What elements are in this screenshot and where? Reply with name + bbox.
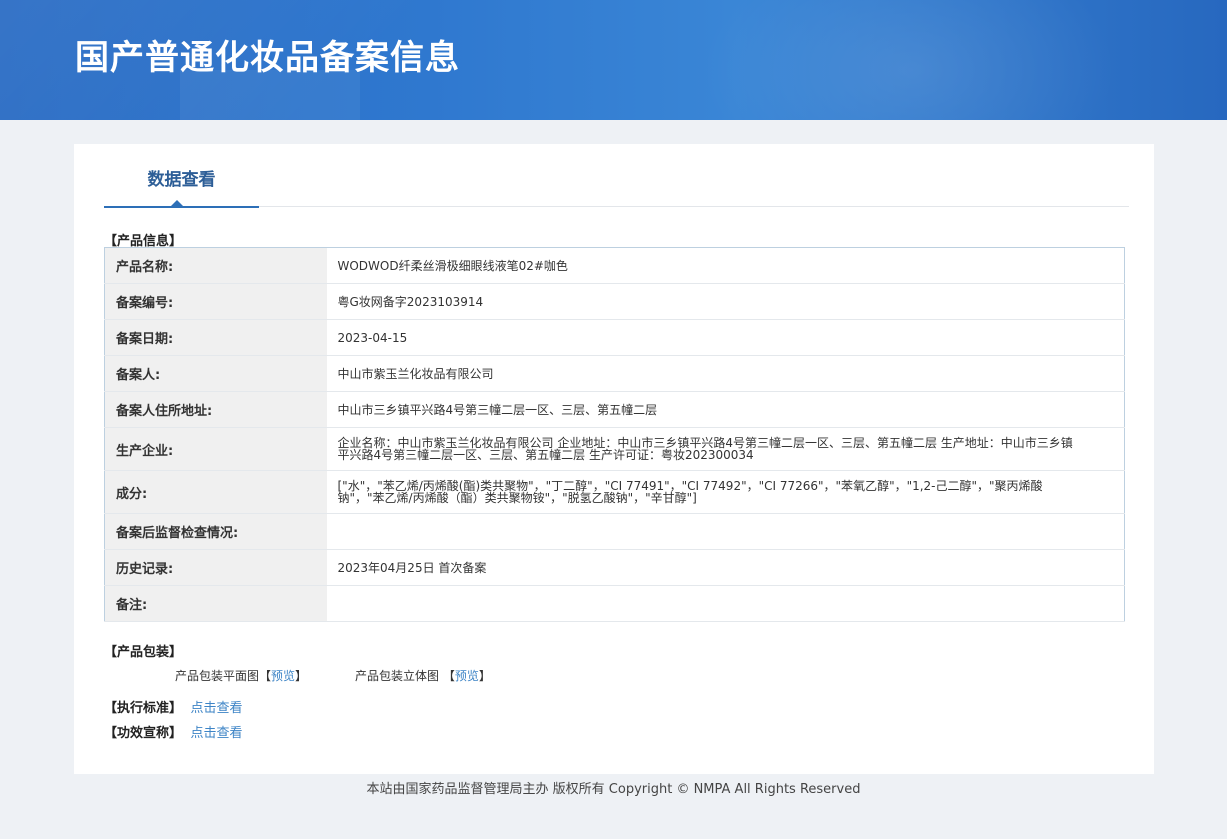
tab-active-caret-icon — [171, 200, 183, 206]
row-label: 备案编号: — [104, 283, 327, 320]
standard-row: 【执行标准】 点击查看 — [104, 697, 243, 716]
row-label: 备案后监督检查情况: — [104, 513, 327, 550]
row-label: 备注: — [104, 585, 327, 622]
package-flat-preview-link[interactable]: 预览 — [271, 669, 295, 683]
header-banner: 国产普通化妆品备案信息 — [0, 0, 1227, 120]
banner-decoration — [700, 0, 1120, 120]
table-row: 产品名称: WODWOD纤柔丝滑极细眼线液笔02#咖色 — [104, 247, 1125, 284]
table-row: 备案人住所地址: 中山市三乡镇平兴路4号第三幢二层一区、三层、第五幢二层 — [104, 391, 1125, 428]
tab-bar: 数据查看 — [104, 144, 1129, 208]
table-row: 备案人: 中山市紫玉兰化妆品有限公司 — [104, 355, 1125, 392]
standard-view-link[interactable]: 点击查看 — [191, 701, 243, 716]
bracket-open: 【 — [259, 669, 272, 683]
row-label: 备案人住所地址: — [104, 391, 327, 428]
row-value: 粤G妆网备字2023103914 — [326, 283, 1125, 320]
row-label: 产品名称: — [104, 247, 327, 284]
package-flat-label: 产品包装平面图 — [175, 669, 260, 683]
package-stereo-preview-link[interactable]: 预览 — [455, 669, 479, 683]
page-title: 国产普通化妆品备案信息 — [75, 38, 460, 78]
package-stereo-item: 产品包装立体图 【预览】 — [355, 667, 491, 684]
row-label: 备案人: — [104, 355, 327, 392]
tab-label: 数据查看 — [147, 170, 216, 190]
efficacy-view-link[interactable]: 点击查看 — [191, 726, 243, 741]
table-row: 历史记录: 2023年04月25日 首次备案 — [104, 549, 1125, 586]
row-value: 2023年04月25日 首次备案 — [326, 549, 1125, 586]
table-row: 备案编号: 粤G妆网备字2023103914 — [104, 283, 1125, 320]
row-label: 成分: — [104, 470, 327, 514]
table-row: 生产企业: 企业名称：中山市紫玉兰化妆品有限公司 企业地址：中山市三乡镇平兴路4… — [104, 427, 1125, 471]
efficacy-row: 【功效宣称】 点击查看 — [104, 722, 243, 741]
bracket-close: 】 — [295, 669, 308, 683]
product-info-table: 产品名称: WODWOD纤柔丝滑极细眼线液笔02#咖色 备案编号: 粤G妆网备字… — [104, 247, 1125, 622]
bracket-close: 】 — [478, 669, 491, 683]
package-flat-item: 产品包装平面图【预览】 — [175, 667, 307, 684]
row-label: 备案日期: — [104, 319, 327, 356]
table-row: 备注: — [104, 585, 1125, 622]
package-stereo-label: 产品包装立体图 — [355, 669, 440, 683]
row-value: ["水"，"苯乙烯/丙烯酸(酯)类共聚物"，"丁二醇"，"CI 77491"，"… — [326, 470, 1125, 514]
row-value: 企业名称：中山市紫玉兰化妆品有限公司 企业地址：中山市三乡镇平兴路4号第三幢二层… — [326, 427, 1125, 471]
bracket-open: 【 — [442, 669, 455, 683]
table-row: 成分: ["水"，"苯乙烯/丙烯酸(酯)类共聚物"，"丁二醇"，"CI 7749… — [104, 470, 1125, 514]
row-value: WODWOD纤柔丝滑极细眼线液笔02#咖色 — [326, 247, 1125, 284]
standard-label: 【执行标准】 — [104, 701, 183, 716]
footer-copyright: 本站由国家药品监督管理局主办 版权所有 Copyright © NMPA All… — [366, 782, 861, 797]
row-value: 中山市紫玉兰化妆品有限公司 — [326, 355, 1125, 392]
efficacy-label: 【功效宣称】 — [104, 726, 183, 741]
row-value — [326, 585, 1125, 622]
row-label: 生产企业: — [104, 427, 327, 471]
row-value: 中山市三乡镇平兴路4号第三幢二层一区、三层、第五幢二层 — [326, 391, 1125, 428]
packaging-section-title: 【产品包装】 — [104, 645, 183, 660]
row-value — [326, 513, 1125, 550]
table-row: 备案日期: 2023-04-15 — [104, 319, 1125, 356]
tab-data-view[interactable]: 数据查看 — [104, 144, 259, 208]
row-value: 2023-04-15 — [326, 319, 1125, 356]
row-label: 历史记录: — [104, 549, 327, 586]
table-row: 备案后监督检查情况: — [104, 513, 1125, 550]
content-card: 数据查看 【产品信息】 产品名称: WODWOD纤柔丝滑极细眼线液笔02#咖色 … — [74, 144, 1154, 774]
